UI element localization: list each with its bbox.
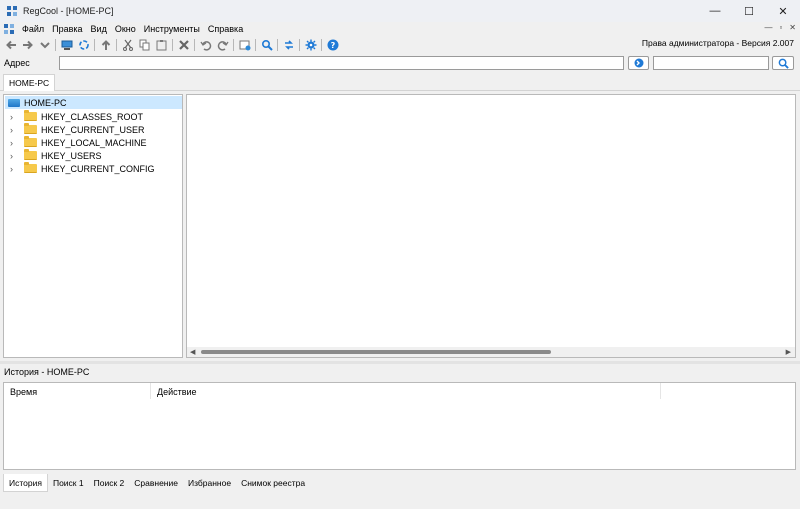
toolbar-divider xyxy=(172,39,173,51)
scroll-right-icon[interactable]: ▶ xyxy=(786,348,791,356)
paste-icon[interactable] xyxy=(154,38,169,52)
delete-icon[interactable] xyxy=(176,38,191,52)
toolbar-divider xyxy=(277,39,278,51)
settings-icon[interactable] xyxy=(303,38,318,52)
tab-search-2[interactable]: Поиск 2 xyxy=(89,474,130,492)
search-icon xyxy=(778,58,789,69)
mdi-restore-button[interactable]: ▫ xyxy=(779,23,782,32)
mdi-minimize-button[interactable]: — xyxy=(764,23,772,32)
tree-item-hkey-local-machine[interactable]: › HKEY_LOCAL_MACHINE xyxy=(4,136,147,149)
toolbar-divider xyxy=(94,39,95,51)
tree-item-hkey-users[interactable]: › HKEY_USERS xyxy=(4,149,102,162)
toolbar-divider xyxy=(255,39,256,51)
menu-view[interactable]: Вид xyxy=(87,24,111,34)
chevron-right-icon[interactable]: › xyxy=(10,138,18,148)
toolbar-divider xyxy=(321,39,322,51)
toolbar-divider xyxy=(299,39,300,51)
minimize-button[interactable]: — xyxy=(698,0,732,22)
toolbar-divider xyxy=(194,39,195,51)
chevron-right-icon[interactable]: › xyxy=(10,151,18,161)
up-icon[interactable] xyxy=(98,38,113,52)
toolbar: ? Права администратора - Версия 2.007 xyxy=(0,37,800,53)
column-header-action[interactable]: Действие xyxy=(151,383,661,399)
tree-item-label: HKEY_LOCAL_MACHINE xyxy=(41,137,147,148)
new-key-icon[interactable] xyxy=(237,38,252,52)
toolbar-divider xyxy=(116,39,117,51)
address-bar: Адрес xyxy=(0,56,800,72)
help-icon[interactable]: ? xyxy=(325,38,340,52)
history-title: История - HOME-PC xyxy=(4,367,90,377)
document-tabs: HOME-PC xyxy=(0,74,800,91)
folder-icon xyxy=(24,110,37,121)
address-label: Адрес xyxy=(4,58,30,68)
tree-root-label: HOME-PC xyxy=(24,97,67,108)
menu-tools[interactable]: Инструменты xyxy=(140,24,204,34)
close-button[interactable]: ✕ xyxy=(766,0,800,22)
chevron-right-icon[interactable]: › xyxy=(10,164,18,174)
toolbar-divider xyxy=(233,39,234,51)
forward-icon[interactable] xyxy=(20,38,35,52)
menu-window[interactable]: Окно xyxy=(111,24,140,34)
undo-icon[interactable] xyxy=(198,38,213,52)
folder-icon xyxy=(24,136,37,147)
scroll-left-icon[interactable]: ◀ xyxy=(190,348,195,356)
menu-bar: Файл Правка Вид Окно Инструменты Справка… xyxy=(0,22,800,36)
app-logo-icon xyxy=(7,6,17,16)
redo-icon[interactable] xyxy=(215,38,230,52)
history-list[interactable]: Время Действие xyxy=(3,382,796,470)
folder-icon xyxy=(24,162,37,173)
tree-item-label: HKEY_USERS xyxy=(41,150,102,161)
window-title: RegCool - [HOME-PC] xyxy=(23,6,114,16)
menu-help[interactable]: Справка xyxy=(204,24,247,34)
menu-edit[interactable]: Правка xyxy=(48,24,86,34)
go-arrow-icon xyxy=(634,58,643,68)
toolbar-divider xyxy=(55,39,56,51)
search-input[interactable] xyxy=(653,56,769,70)
chevron-right-icon[interactable]: › xyxy=(10,125,18,135)
computer-icon[interactable] xyxy=(59,38,74,52)
tree-root-home-pc[interactable]: HOME-PC xyxy=(5,96,182,109)
title-bar: RegCool - [HOME-PC] — ☐ ✕ xyxy=(0,0,800,22)
tree-item-label: HKEY_CLASSES_ROOT xyxy=(41,111,144,122)
tab-history[interactable]: История xyxy=(3,474,48,492)
registry-tree: HOME-PC › HKEY_CLASSES_ROOT › HKEY_CURRE… xyxy=(3,94,183,358)
compare-icon[interactable] xyxy=(281,38,296,52)
menu-file[interactable]: Файл xyxy=(18,24,48,34)
address-input[interactable] xyxy=(59,56,624,70)
folder-icon xyxy=(24,123,37,134)
maximize-button[interactable]: ☐ xyxy=(732,0,766,22)
scrollbar-thumb[interactable] xyxy=(201,350,551,354)
tab-compare[interactable]: Сравнение xyxy=(129,474,183,492)
back-icon[interactable] xyxy=(3,38,18,52)
find-icon[interactable] xyxy=(259,38,274,52)
tree-item-label: HKEY_CURRENT_USER xyxy=(41,124,145,135)
mdi-close-button[interactable]: ✕ xyxy=(789,23,796,32)
tree-item-hkey-current-user[interactable]: › HKEY_CURRENT_USER xyxy=(4,123,145,136)
dropdown-icon[interactable] xyxy=(37,38,52,52)
cut-icon[interactable] xyxy=(120,38,135,52)
values-panel[interactable]: ◀ ▶ xyxy=(186,94,796,358)
search-button[interactable] xyxy=(772,56,794,70)
chevron-right-icon[interactable]: › xyxy=(10,112,18,122)
document-icon[interactable] xyxy=(4,24,14,34)
tab-registry-snapshot[interactable]: Снимок реестра xyxy=(236,474,310,492)
tree-item-label: HKEY_CURRENT_CONFIG xyxy=(41,163,155,174)
horizontal-scrollbar[interactable]: ◀ ▶ xyxy=(187,347,795,357)
computer-icon xyxy=(8,98,20,107)
bottom-tabs: История Поиск 1 Поиск 2 Сравнение Избран… xyxy=(3,474,310,492)
tree-item-hkey-classes-root[interactable]: › HKEY_CLASSES_ROOT xyxy=(4,110,143,123)
tab-search-1[interactable]: Поиск 1 xyxy=(48,474,89,492)
tab-home-pc[interactable]: HOME-PC xyxy=(3,74,56,91)
tree-item-hkey-current-config[interactable]: › HKEY_CURRENT_CONFIG xyxy=(4,162,155,175)
go-button[interactable] xyxy=(628,56,649,70)
panel-splitter[interactable] xyxy=(0,361,800,364)
refresh-icon[interactable] xyxy=(76,38,91,52)
admin-version-label: Права администратора - Версия 2.007 xyxy=(641,38,794,48)
copy-icon[interactable] xyxy=(137,38,152,52)
column-header-time[interactable]: Время xyxy=(4,383,151,399)
tab-favorites[interactable]: Избранное xyxy=(183,474,236,492)
svg-text:?: ? xyxy=(330,41,335,50)
folder-icon xyxy=(24,149,37,160)
